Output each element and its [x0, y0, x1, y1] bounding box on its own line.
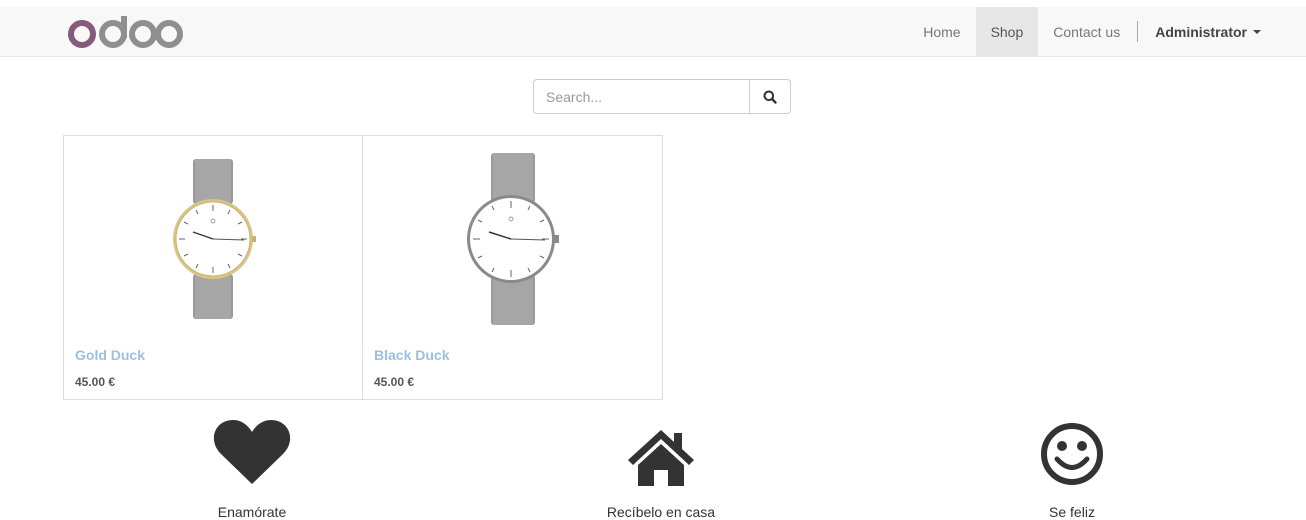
nav-home[interactable]: Home — [908, 7, 975, 56]
feature-enamorate: Enamórate — [132, 418, 372, 520]
search-input[interactable] — [533, 79, 749, 114]
product-image[interactable] — [64, 136, 362, 341]
product-price: 45.00 € — [75, 375, 116, 389]
feature-recibelo: Recíbelo en casa — [541, 418, 781, 520]
nav-shop[interactable]: Shop — [975, 7, 1039, 56]
gold-watch-image — [173, 158, 256, 319]
caret-down-icon — [1253, 29, 1261, 34]
search-icon — [763, 90, 777, 104]
product-name[interactable]: Black Duck — [374, 347, 449, 363]
nav-divider — [1137, 21, 1139, 42]
silver-watch-image — [466, 152, 559, 325]
feature-se-feliz: Se feliz — [952, 418, 1192, 520]
feature-label: Enamórate — [217, 504, 287, 520]
product-price: 45.00 € — [374, 375, 415, 389]
user-menu[interactable]: Administrator — [1140, 7, 1306, 56]
user-name: Administrator — [1155, 23, 1247, 40]
search-button[interactable] — [749, 79, 791, 114]
navbar: Home Shop Contact us Administrator — [0, 7, 1306, 57]
nav-contact-us[interactable]: Contact us — [1038, 7, 1135, 56]
feature-label: Se feliz — [1049, 504, 1095, 520]
product-image[interactable] — [363, 136, 662, 341]
feature-label: Recíbelo en casa — [606, 504, 716, 520]
product-card[interactable]: Gold Duck 45.00 € — [63, 135, 363, 400]
home-icon — [628, 430, 694, 486]
product-grid: Gold Duck 45.00 € Black Duck 45.00 € — [63, 135, 663, 400]
smile-icon — [1041, 423, 1103, 485]
search-form — [533, 79, 791, 114]
heart-icon — [213, 420, 291, 484]
main-nav: Home Shop Contact us Administrator — [908, 7, 1306, 56]
product-name[interactable]: Gold Duck — [75, 347, 145, 363]
product-card[interactable]: Black Duck 45.00 € — [363, 135, 663, 400]
odoo-logo[interactable] — [66, 14, 186, 50]
